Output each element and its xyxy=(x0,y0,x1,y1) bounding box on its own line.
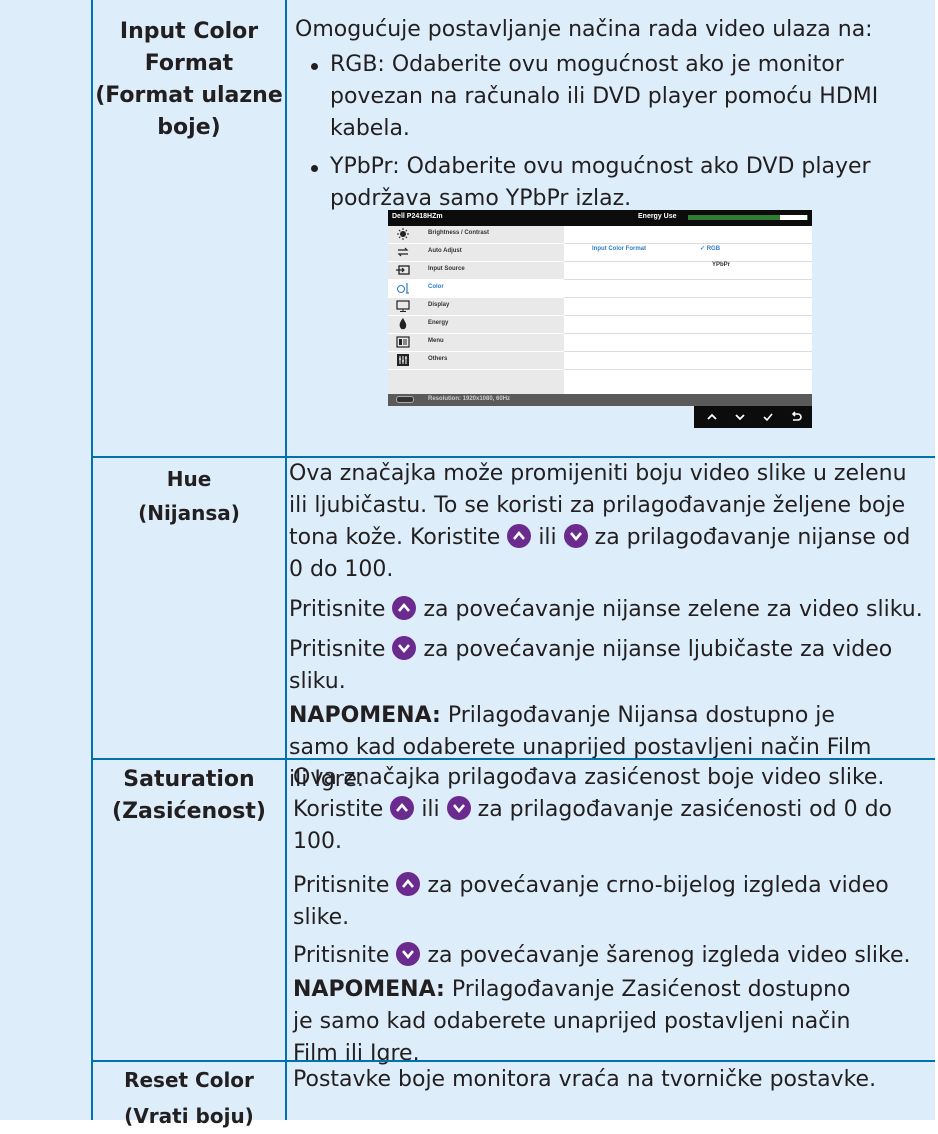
text: za povećavanje nijanse zelene za video s… xyxy=(423,597,923,622)
color-icon xyxy=(396,283,409,294)
name-line: Reset Color xyxy=(124,1068,254,1092)
vga-icon xyxy=(396,396,414,403)
osd-menu-label: Color xyxy=(428,284,444,290)
row-reset-color: Reset Color (Vrati boju) Postavke boje m… xyxy=(93,1062,935,1128)
down-button-icon xyxy=(392,636,417,660)
row-hue: Hue (Nijansa) Ova značajka može promijen… xyxy=(93,458,935,792)
osd-resolution: Resolution: 1920x1080, 60Hz xyxy=(428,396,511,402)
osd-energy-label: Energy Use xyxy=(638,213,677,220)
osd-menu-label: Display xyxy=(428,302,450,308)
manual-page: Input Color Format (Format ulazne boje) … xyxy=(0,0,938,1128)
saturation-paragraph-2: Pritisnite za povećavanje crno-bijelog i… xyxy=(293,870,893,934)
text: Pritisnite xyxy=(289,597,386,622)
auto-adjust-icon xyxy=(397,247,409,257)
note-label: NAPOMENA: xyxy=(289,703,441,728)
name-line: Format xyxy=(144,51,234,76)
up-icon[interactable] xyxy=(704,409,720,425)
row-desc-reset-color: Postavke boje monitora vraća na tvorničk… xyxy=(287,1062,935,1120)
osd-menu-label: Others xyxy=(428,356,448,362)
menu-icon xyxy=(396,336,410,348)
osd-options-panel: Input Color Format ✓ RGB YPbPr xyxy=(564,226,812,394)
bullet-ypbpr: YPbPr: Odaberite ovu mogućnost ako DVD p… xyxy=(309,151,915,215)
hue-paragraph-3: Pritisnite za povećavanje nijanse ljubič… xyxy=(289,634,899,698)
osd-header: Dell P2418HZm Energy Use xyxy=(388,210,812,226)
osd-menu-label: Auto Adjust xyxy=(428,248,462,254)
intro-text: Omogućuje postavljanje načina rada video… xyxy=(295,17,873,42)
saturation-paragraph-3: Pritisnite za povećavanje šarenog izgled… xyxy=(293,940,911,972)
display-icon xyxy=(396,300,410,312)
text: za prilagođavanje zasićenosti od 0 do 10… xyxy=(293,797,893,854)
osd-menu-item-menu[interactable]: Menu xyxy=(388,334,564,352)
osd-nav-buttons xyxy=(694,406,812,428)
note-label: NAPOMENA: xyxy=(293,977,445,1002)
text: ili xyxy=(421,797,440,822)
bullet-rgb: RGB: Odaberite ovu mogućnost ako je moni… xyxy=(309,49,915,145)
up-button-icon xyxy=(396,872,421,896)
osd-option-rgb[interactable]: ✓ RGB xyxy=(700,245,720,252)
saturation-note: NAPOMENA: Prilagođavanje Zasićenost dost… xyxy=(293,974,873,1070)
row-saturation: Saturation (Zasićenost) Ova značajka pri… xyxy=(93,760,935,1066)
reset-color-text: Postavke boje monitora vraća na tvorničk… xyxy=(293,1067,877,1092)
name-line: Hue xyxy=(166,467,212,491)
text: za povećavanje šarenog izgleda video sli… xyxy=(427,943,911,968)
row-name-reset-color: Reset Color (Vrati boju) xyxy=(93,1062,285,1134)
osd-menu-label: Brightness / Contrast xyxy=(428,230,490,236)
row-desc-hue: Ova značajka može promijeniti boju video… xyxy=(287,458,935,792)
down-button-icon xyxy=(446,796,471,820)
osd-menu-empty xyxy=(388,370,564,395)
name-line: (Nijansa) xyxy=(138,501,240,525)
name-line: (Vrati boju) xyxy=(124,1104,254,1128)
down-icon[interactable] xyxy=(732,409,748,425)
bullet-list: RGB: Odaberite ovu mogućnost ako je moni… xyxy=(309,49,915,215)
row-name-input-color-format: Input Color Format (Format ulazne boje) xyxy=(93,16,285,144)
name-line: boje) xyxy=(157,115,221,140)
osd-menu-item-energy[interactable]: Energy xyxy=(388,316,564,334)
osd-menu-item-color[interactable]: Color xyxy=(388,280,564,298)
up-button-icon xyxy=(507,524,532,548)
name-line: Saturation xyxy=(123,767,255,792)
back-icon[interactable] xyxy=(788,409,804,425)
osd-option-label: Input Color Format xyxy=(592,246,646,252)
others-icon xyxy=(397,354,409,366)
text: ili xyxy=(538,525,557,550)
saturation-paragraph-1: Ova značajka prilagođava zasićenost boje… xyxy=(293,762,913,858)
hue-paragraph-2: Pritisnite za povećavanje nijanse zelene… xyxy=(289,594,923,626)
osd-menu-item-brightness[interactable]: Brightness / Contrast xyxy=(388,226,564,244)
osd-status-bar: Resolution: 1920x1080, 60Hz xyxy=(388,394,812,406)
osd-menu-item-display[interactable]: Display xyxy=(388,298,564,316)
check-icon[interactable] xyxy=(760,409,776,425)
osd-menu-label: Input Source xyxy=(428,266,465,272)
row-desc-saturation: Ova značajka prilagođava zasićenost boje… xyxy=(287,760,935,1066)
input-source-icon xyxy=(396,265,410,275)
up-button-icon xyxy=(390,796,415,820)
osd-model-name: Dell P2418HZm xyxy=(392,213,443,220)
row-name-hue: Hue (Nijansa) xyxy=(93,462,285,530)
text: Pritisnite xyxy=(293,873,390,898)
down-button-icon xyxy=(396,942,421,966)
energy-icon xyxy=(399,318,407,330)
osd-menu: Brightness / Contrast Auto Adjust Input … xyxy=(388,226,564,395)
osd-option-ypbpr[interactable]: YPbPr xyxy=(712,262,730,268)
osd-menu-label: Energy xyxy=(428,320,449,326)
down-button-icon xyxy=(563,524,588,548)
hue-paragraph-1: Ova značajka može promijeniti boju video… xyxy=(289,458,929,586)
osd-option-text: RGB xyxy=(706,246,721,252)
name-line: (Zasićenost) xyxy=(112,799,266,824)
osd-menu-item-auto-adjust[interactable]: Auto Adjust xyxy=(388,244,564,262)
energy-use-bar xyxy=(688,215,808,220)
text: Pritisnite xyxy=(289,637,386,662)
text: Pritisnite xyxy=(293,943,390,968)
name-line: (Format ulazne xyxy=(95,83,283,108)
up-button-icon xyxy=(392,596,417,620)
row-name-saturation: Saturation (Zasićenost) xyxy=(93,764,285,828)
brightness-icon xyxy=(397,228,409,240)
osd-screenshot: Dell P2418HZm Energy Use Brightness / Co… xyxy=(388,210,812,430)
name-line: Input Color xyxy=(119,19,259,44)
osd-menu-label: Menu xyxy=(428,338,444,344)
osd-menu-item-others[interactable]: Others xyxy=(388,352,564,370)
osd-menu-item-input-source[interactable]: Input Source xyxy=(388,262,564,280)
